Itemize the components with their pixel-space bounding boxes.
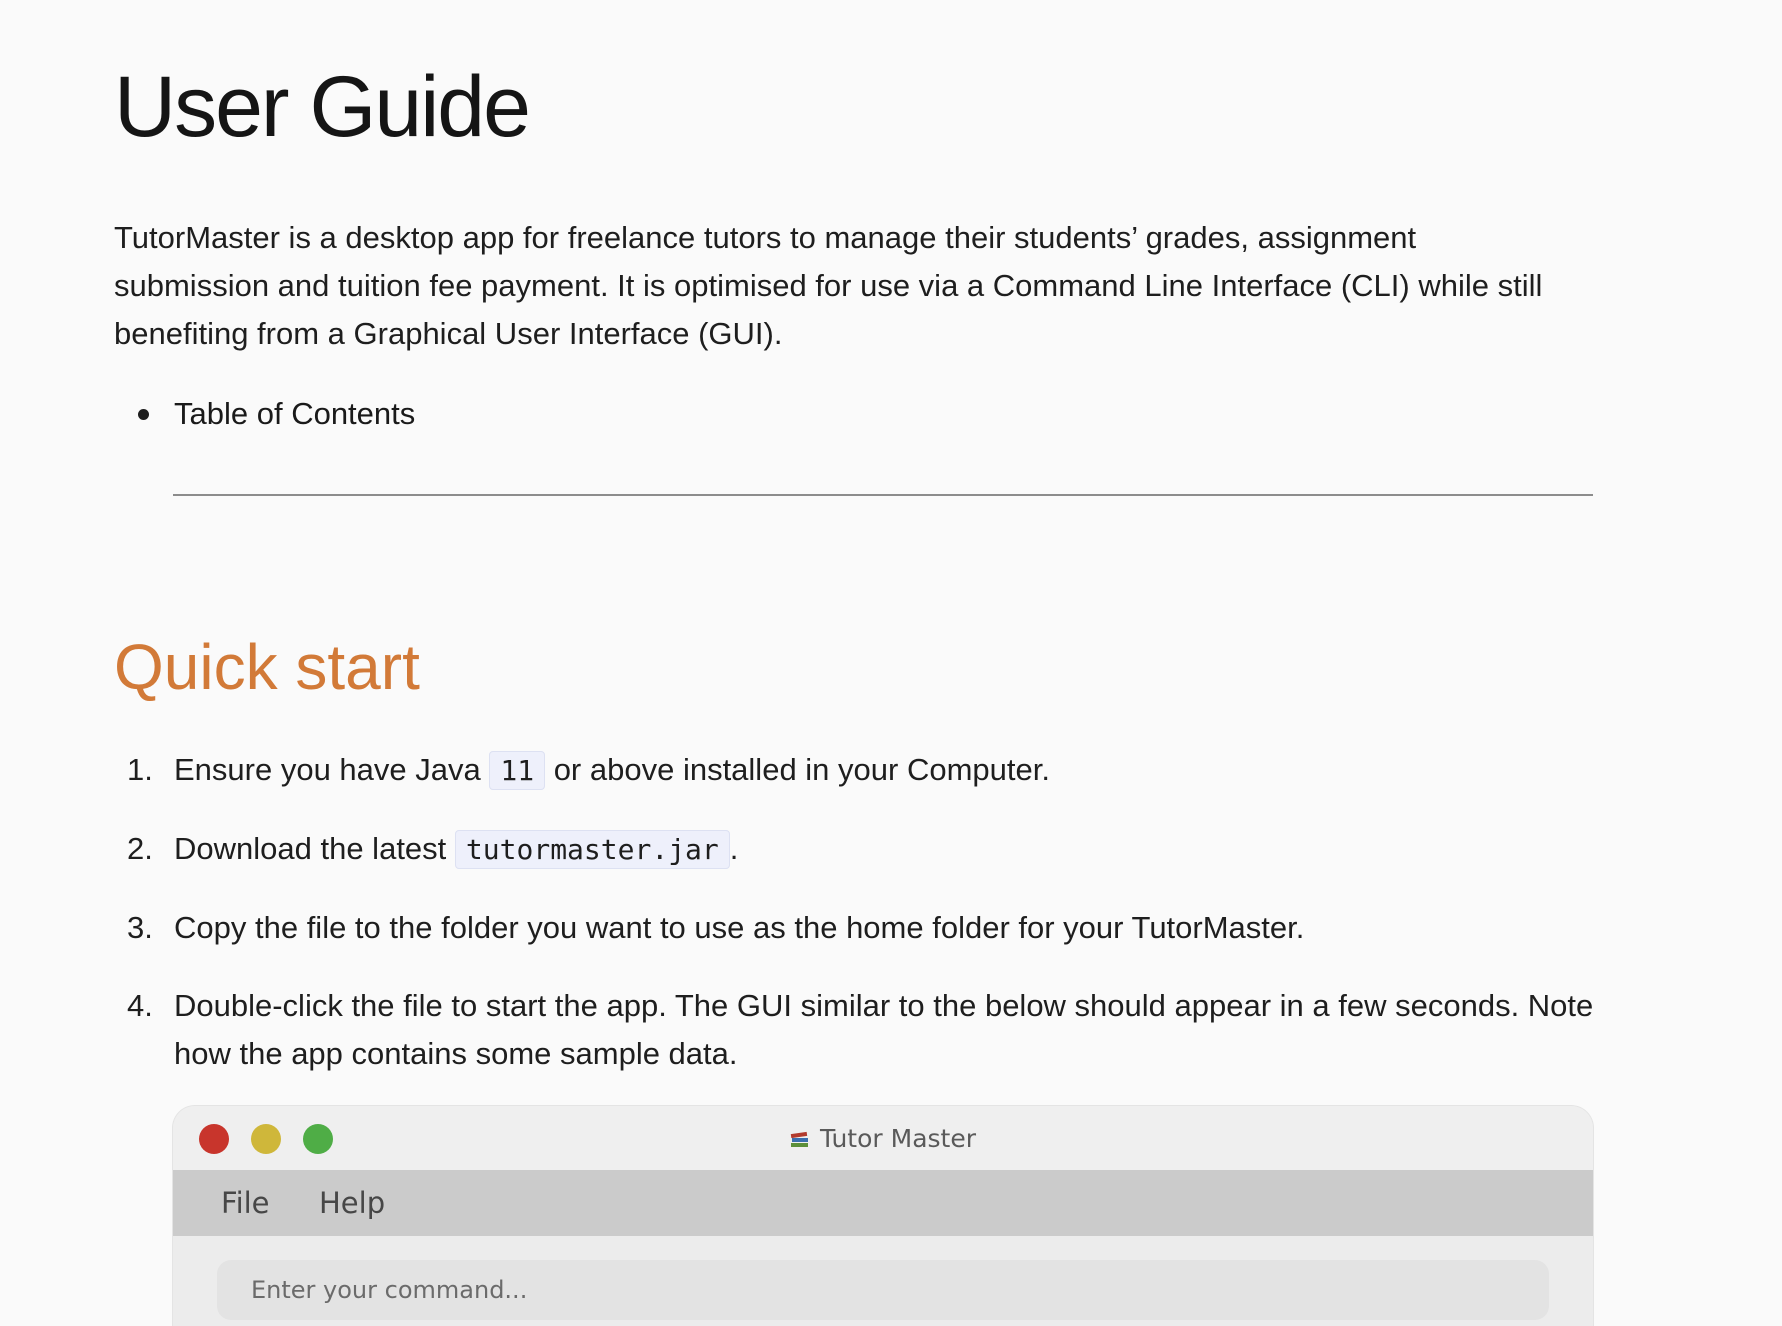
books-icon [790,1131,808,1147]
command-input[interactable] [217,1260,1549,1320]
step-text: Download the latest [174,831,455,866]
toc-item-label[interactable]: Table of Contents [174,396,415,431]
horizontal-rule [173,494,1593,496]
step-item: 2. Download the latest tutormaster.jar. [114,825,1594,874]
page-title: User Guide [114,59,531,155]
step-number: 4. [127,988,153,1023]
intro-paragraph: TutorMaster is a desktop app for freelan… [114,220,1543,351]
window-title: Tutor Master [173,1124,1593,1153]
quick-start-steps: 1. Ensure you have Java 11 or above inst… [114,746,1594,1108]
step-number: 3. [127,910,153,945]
bullet-dot [138,409,149,420]
step-item: 3. Copy the file to the folder you want … [114,904,1594,952]
quick-start-heading: Quick start [114,631,420,703]
step-number: 1. [127,752,153,787]
inline-code: 11 [489,751,546,790]
step-text: Copy the file to the folder you want to … [174,910,1305,945]
toc-item[interactable]: Table of Contents [114,390,415,438]
menu-file[interactable]: File [221,1186,270,1220]
window-titlebar: Tutor Master [173,1106,1593,1170]
app-screenshot-window: Tutor Master File Help [173,1106,1593,1326]
menu-help[interactable]: Help [319,1186,385,1220]
window-title-text: Tutor Master [819,1124,977,1153]
step-number: 2. [127,831,153,866]
step-text: or above installed in your Computer. [545,752,1050,787]
step-text: . [729,831,739,866]
step-item: 1. Ensure you have Java 11 or above inst… [114,746,1594,795]
step-item: 4. Double-click the file to start the ap… [114,982,1594,1078]
inline-code-jar-link[interactable]: tutormaster.jar [454,830,730,869]
step-text: Ensure you have Java [174,752,490,787]
menu-bar: File Help [173,1170,1593,1236]
step-text: Double-click the file to start the app. … [174,988,1594,1071]
toc-list: Table of Contents [114,390,415,438]
